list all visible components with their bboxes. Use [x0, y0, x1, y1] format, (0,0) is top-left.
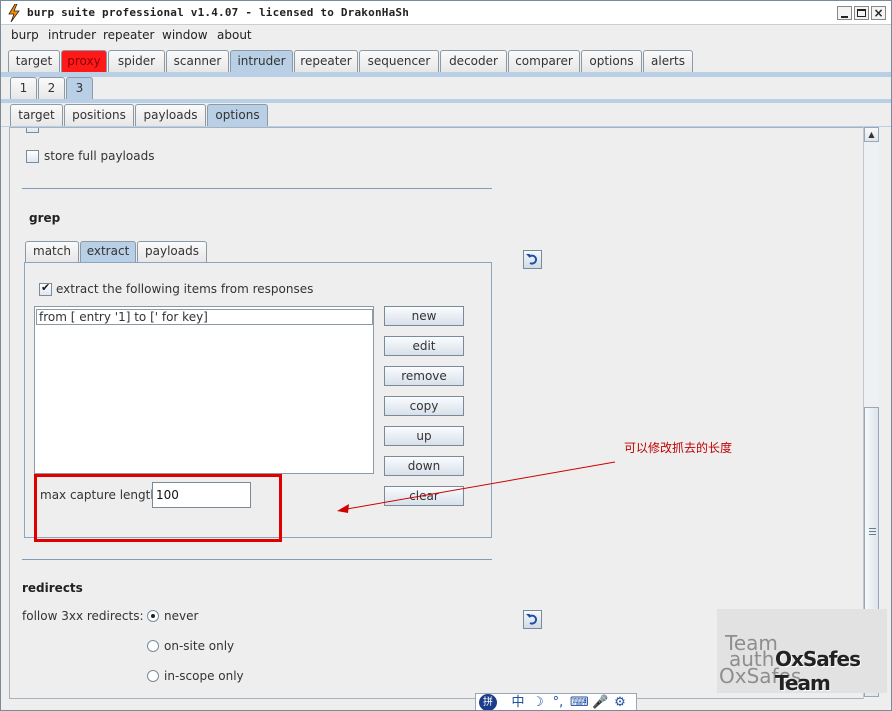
watermark-logo: Team auth OxSafes OxSafes Team [717, 609, 887, 693]
ime-logo-icon[interactable]: 拼 [479, 694, 497, 710]
chinese-mode-icon[interactable]: 中 [510, 695, 526, 710]
microphone-icon[interactable]: 🎤 [592, 695, 608, 710]
keyboard-icon[interactable]: ⌨ [570, 695, 589, 710]
punctuation-icon[interactable]: °, [550, 695, 566, 710]
burp-window: burp suite professional v1.4.07 - licens… [0, 0, 892, 711]
watermark-brand: OxSafes Team [775, 647, 861, 693]
settings-icon[interactable]: ⚙ [612, 695, 628, 710]
scroll-up-button[interactable]: ▲ [864, 127, 879, 142]
ime-toolbar: 拼 中 ☽ °, ⌨ 🎤 ⚙ [475, 693, 637, 710]
halfwidth-icon[interactable]: ☽ [530, 695, 546, 710]
annotation-arrow [337, 461, 616, 513]
